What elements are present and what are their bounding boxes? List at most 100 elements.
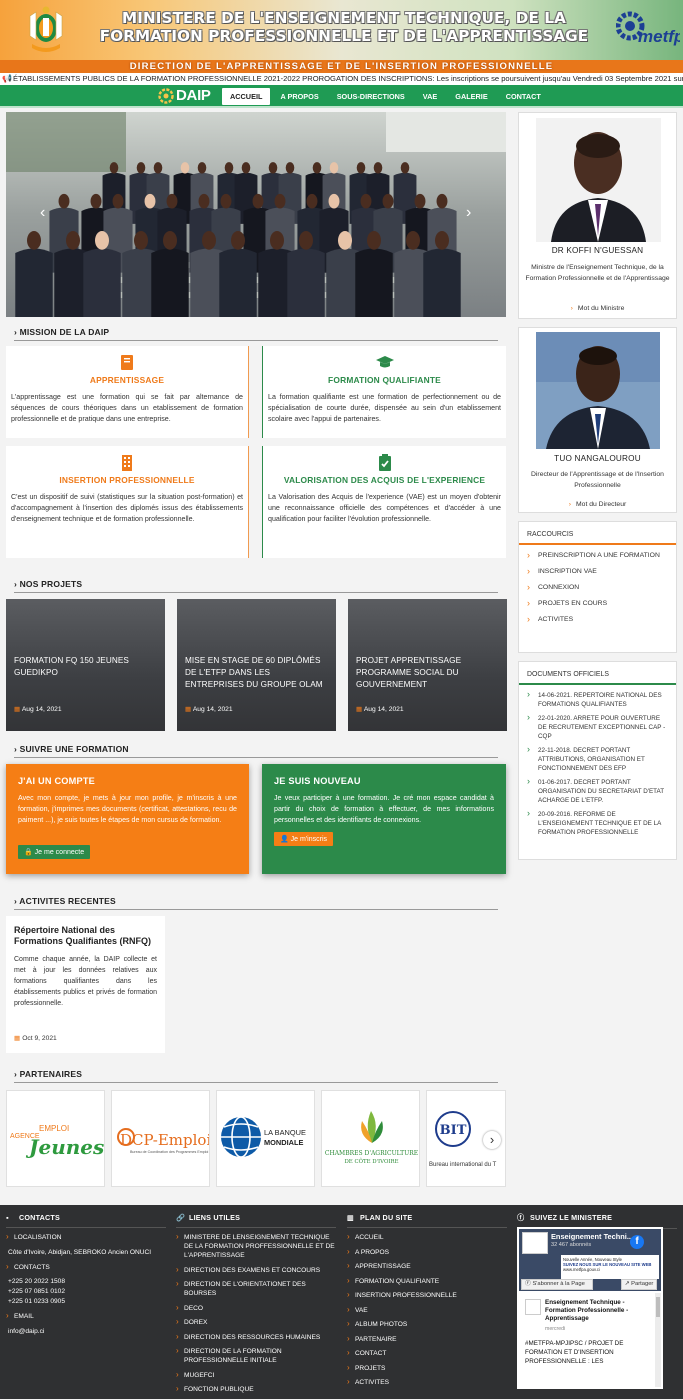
partner-logo-dcp-emploi[interactable]: DCP-Emploi Bureau de Coordination des Pr…: [111, 1090, 210, 1187]
useful-link[interactable]: DIRECTION DES RESSOURCES HUMAINES: [176, 1332, 336, 1342]
activity-text: Comme chaque année, la DAIP collecte et …: [14, 956, 157, 1007]
useful-link[interactable]: DIRECTION DE LA FORMATION PROFESSIONNELL…: [176, 1346, 336, 1365]
minister-role: Ministre de l'Enseignement Technique, de…: [525, 264, 670, 282]
footer-links-title: 🔗 LIENS UTILES: [176, 1213, 336, 1228]
photo-person-head: [133, 231, 149, 250]
nav-item-a-propos[interactable]: A PROPOS: [272, 88, 326, 105]
minister-photo: [536, 118, 661, 242]
register-button[interactable]: 👤 Je m'inscris: [274, 832, 334, 846]
news-ticker[interactable]: 📢ÉTABLISSEMENTS PUBLICS DE LA FORMATION …: [0, 73, 683, 85]
sitemap-link[interactable]: CONTACT: [347, 1348, 507, 1358]
nav-item-accueil[interactable]: ACCUEIL: [222, 88, 271, 105]
sitemap-link[interactable]: A PROPOS: [347, 1247, 507, 1257]
partner-logo-agence-emploi-jeunes[interactable]: AGENCE EMPLOI Jeunes: [6, 1090, 105, 1187]
minister-card: DR KOFFI N'GUESSAN Ministre de l'Enseign…: [518, 112, 677, 319]
phone-number: +225 07 0851 0102: [8, 1288, 66, 1295]
document-link[interactable]: 14-06-2021. REPERTOIRE NATIONAL DES FORM…: [527, 690, 668, 709]
minister-word-link[interactable]: › Mot du Ministre: [519, 305, 676, 312]
project-title[interactable]: PROJET APPRENTISSAGE PROGRAMME SOCIAL DU…: [356, 655, 499, 691]
photo-person-head: [197, 162, 207, 174]
document-link[interactable]: 20-09-2016. REFORME DE L'ENSEIGNEMENT TE…: [527, 809, 668, 837]
mission-title: INSERTION PROFESSIONNELLE: [59, 475, 195, 485]
footer-links: 🔗LIENS UTILES MINISTERE DE LENSEIGNEMENT…: [176, 1213, 336, 1400]
fb-post-text: #METFPA-MPJIPSC / PROJET DE FORMATION ET…: [525, 1340, 624, 1365]
fb-scrollbar-thumb[interactable]: [656, 1297, 660, 1317]
activity-title[interactable]: Répertoire National des Formations Quali…: [14, 925, 157, 947]
fb-page-name[interactable]: Enseignement Techni...: [551, 1232, 633, 1241]
photo-person-head: [144, 193, 156, 209]
nav-item-vae[interactable]: VAE: [415, 88, 445, 105]
director-name: TUO NANGALOUROU: [554, 454, 641, 463]
director-card: TUO NANGALOUROU Directeur de l'Apprentis…: [518, 327, 677, 513]
photo-person-head: [241, 162, 251, 174]
nav-item-contact[interactable]: CONTACT: [498, 88, 549, 105]
useful-link[interactable]: DIRECTION DE L'ORIENTATIONET DES BOURSES: [176, 1279, 336, 1298]
slider-prev-arrow[interactable]: ‹: [40, 205, 45, 221]
shortcut-link[interactable]: CONNEXION: [527, 582, 668, 593]
photo-person-head: [285, 162, 295, 174]
fb-share-button[interactable]: ↗ Partager: [621, 1279, 657, 1290]
useful-link[interactable]: MINISTERE DE LENSEIGNEMENT TECHNIQUE DE …: [176, 1232, 336, 1260]
facebook-widget[interactable]: Enseignement Techni... 32 467 abonnés No…: [517, 1227, 663, 1389]
project-card[interactable]: FORMATION FQ 150 JEUNES GUEDIKPO ▦ Aug 1…: [6, 599, 165, 731]
project-title[interactable]: FORMATION FQ 150 JEUNES GUEDIKPO: [14, 655, 157, 679]
slider-next-arrow[interactable]: ›: [466, 205, 471, 221]
email-address[interactable]: info@daip.ci: [6, 1327, 166, 1337]
partners-next-arrow[interactable]: ›: [483, 1131, 501, 1149]
partner-logo-chambres-agriculture[interactable]: CHAMBRES D'AGRICULTURE DE CÔTE D'IVOIRE: [321, 1090, 420, 1187]
sitemap-link[interactable]: ACCUEIL: [347, 1232, 507, 1242]
sitemap-link[interactable]: INSERTION PROFESSIONNELLE: [347, 1290, 507, 1300]
section-title-training: › SUIVRE UNE FORMATION: [14, 744, 497, 758]
project-card[interactable]: MISE EN STAGE DE 60 DIPLÔMÉS DE L'ETFP D…: [177, 599, 336, 731]
footer-sitemap-title: ▥ PLAN DU SITE: [347, 1213, 507, 1228]
mission-text: La Valorisation des Acquis de l'experien…: [268, 493, 501, 523]
document-link[interactable]: 01-06-2017. DECRET PORTANT ORGANISATION …: [527, 777, 668, 805]
daip-logo-text: DAIP: [176, 87, 211, 104]
useful-link[interactable]: DIRECTION DES EXAMENS ET CONCOURS: [176, 1265, 336, 1275]
useful-link[interactable]: MUGEFCI: [176, 1370, 336, 1380]
mission-title: VALORISATION DES ACQUIS DE L'EXPERIENCE: [283, 475, 486, 485]
world-bank-logo: LA BANQUE MONDIALE: [221, 1116, 306, 1158]
useful-link[interactable]: DECO: [176, 1303, 336, 1313]
sitemap-link[interactable]: ALBUM PHOTOS: [347, 1319, 507, 1329]
login-button[interactable]: 🔒 Je me connecte: [18, 845, 91, 859]
activity-card[interactable]: Répertoire National des Formations Quali…: [6, 916, 165, 1053]
nav-item-galerie[interactable]: GALERIE: [447, 88, 495, 105]
photo-person-head: [90, 193, 102, 209]
project-title[interactable]: MISE EN STAGE DE 60 DIPLÔMÉS DE L'ETFP D…: [185, 655, 328, 691]
shortcut-link[interactable]: PREINSCRIPTION A UNE FORMATION: [527, 550, 668, 561]
sitemap-link[interactable]: VAE: [347, 1305, 507, 1315]
main-navbar: DAIP ACCUEIL A PROPOS SOUS-DIRECTIONS VA…: [0, 85, 683, 108]
sitemap-link[interactable]: APPRENTISSAGE: [347, 1261, 507, 1271]
fb-subscribe-button[interactable]: ⓕ S'abonner à la Page: [521, 1279, 593, 1290]
document-link[interactable]: 22-01-2020. ARRETE POUR OUVERTURE DE REC…: [527, 713, 668, 741]
photo-person-head: [220, 193, 232, 209]
useful-link[interactable]: DOREX: [176, 1317, 336, 1327]
fb-scrollbar[interactable]: [655, 1293, 661, 1387]
sitemap-link[interactable]: ACTIVITES: [347, 1377, 507, 1387]
useful-link[interactable]: FONCTION PUBLIQUE: [176, 1384, 336, 1394]
photo-person-head: [274, 193, 286, 209]
shortcut-link[interactable]: ACTIVITES: [527, 614, 668, 625]
photo-person-head: [65, 231, 81, 250]
nav-item-sous-directions[interactable]: SOUS-DIRECTIONS: [329, 88, 413, 105]
sitemap-link[interactable]: PARTENAIRE: [347, 1334, 507, 1344]
project-card[interactable]: PROJET APPRENTISSAGE PROGRAMME SOCIAL DU…: [348, 599, 507, 731]
sitemap-link[interactable]: PROJETS: [347, 1363, 507, 1373]
shortcut-link[interactable]: INSCRIPTION VAE: [527, 566, 668, 577]
hero-slider[interactable]: ‹ ›: [6, 112, 506, 317]
partner-logo-bit[interactable]: BIT Bureau international du T ›: [426, 1090, 506, 1187]
fb-post-page[interactable]: Enseignement Technique - Formation Profe…: [545, 1299, 649, 1323]
document-link[interactable]: 22-11-2018. DECRET PORTANT ATTRIBUTIONS,…: [527, 745, 668, 773]
shortcut-link[interactable]: PROJETS EN COURS: [527, 598, 668, 609]
contacts-label: CONTACTS: [6, 1262, 166, 1272]
clipboard-check-icon: [378, 454, 391, 471]
graduation-cap-icon: [375, 356, 394, 368]
fb-banner-url: www.metfpa.gouv.ci: [563, 1267, 600, 1272]
partner-logo-banque-mondiale[interactable]: LA BANQUE MONDIALE: [216, 1090, 315, 1187]
director-word-link[interactable]: › Mot du Directeur: [519, 501, 676, 508]
daip-logo[interactable]: DAIP: [158, 87, 216, 105]
daip-logo-mark: [158, 88, 174, 104]
sitemap-link[interactable]: FORMATION QUALIFIANTE: [347, 1276, 507, 1286]
cta-new-card: JE SUIS NOUVEAU Je veux participer à une…: [262, 764, 506, 874]
